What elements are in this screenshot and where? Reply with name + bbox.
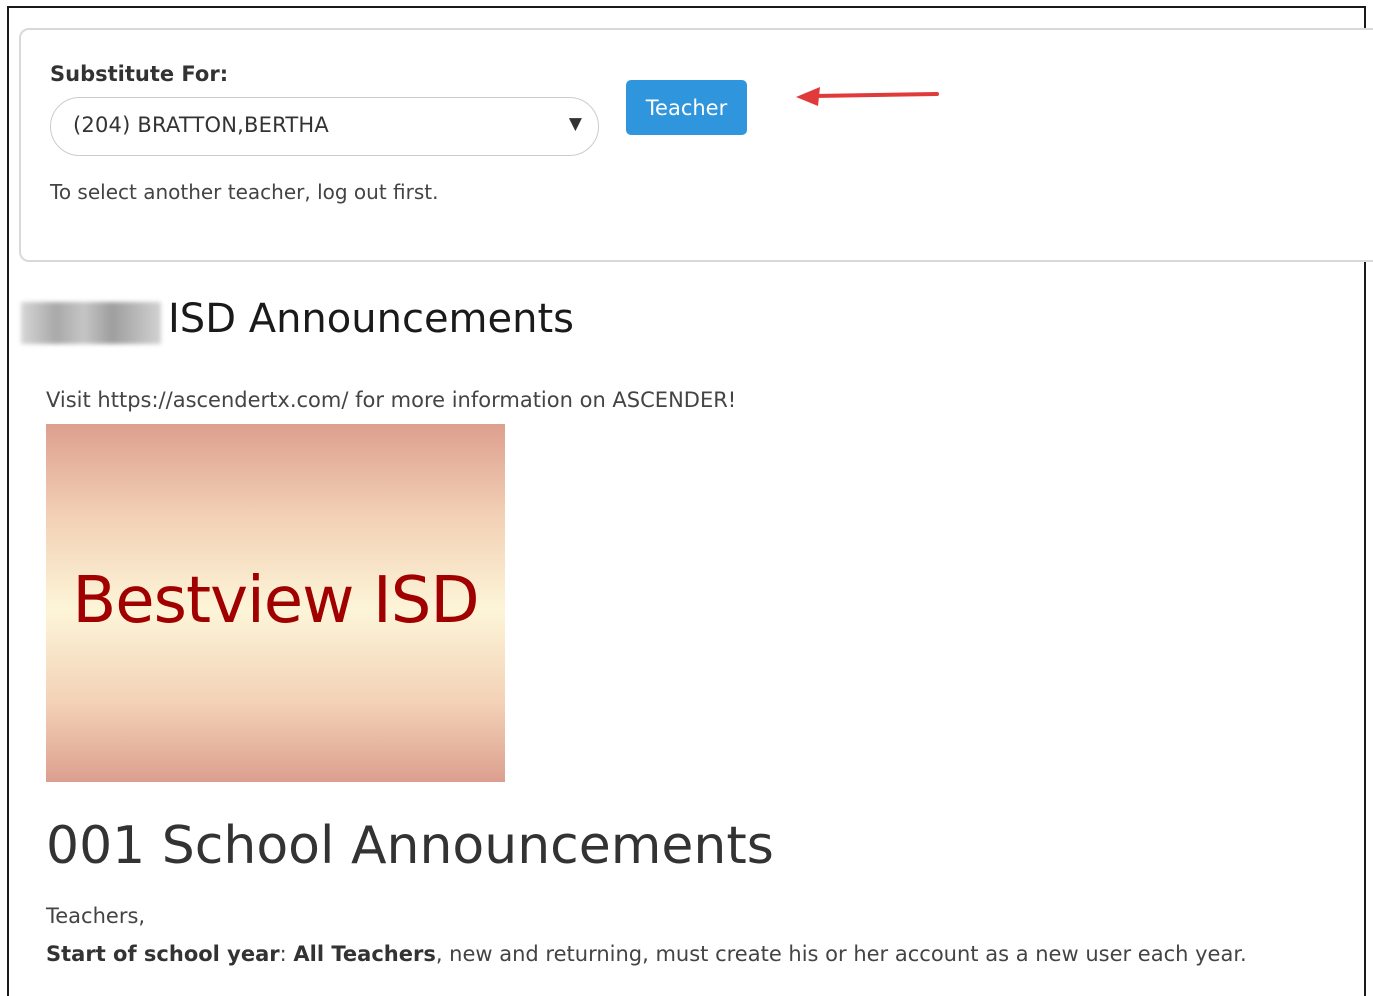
greeting-text: Teachers,: [46, 904, 146, 928]
colon-text: :: [279, 942, 294, 966]
banner-text: Bestview ISD: [72, 564, 479, 638]
start-label: Start of school year: [46, 942, 280, 966]
substitute-select-value: (204) BRATTON,BERTHA: [73, 113, 329, 137]
start-rest-text: , new and returning, must create his or …: [435, 942, 1247, 966]
all-teachers-label: All Teachers: [293, 942, 436, 966]
start-of-year-text: Start of school year: All Teachers, new …: [46, 942, 1247, 966]
substitute-for-label: Substitute For:: [50, 62, 229, 86]
caret-down-icon: ▼: [568, 114, 582, 134]
district-banner-image: Bestview ISD: [46, 424, 505, 782]
red-arrow-annotation-icon: [796, 87, 939, 106]
teacher-button[interactable]: Teacher: [626, 80, 747, 135]
school-announcements-title: 001 School Announcements: [46, 816, 774, 876]
substitute-teacher-select[interactable]: (204) BRATTON,BERTHA ▼: [50, 97, 599, 156]
visit-info-text: Visit https://ascendertx.com/ for more i…: [46, 388, 737, 412]
district-logo-blurred: [21, 302, 161, 344]
announcements-title: ISD Announcements: [168, 296, 574, 342]
log-out-hint: To select another teacher, log out first…: [50, 180, 439, 204]
